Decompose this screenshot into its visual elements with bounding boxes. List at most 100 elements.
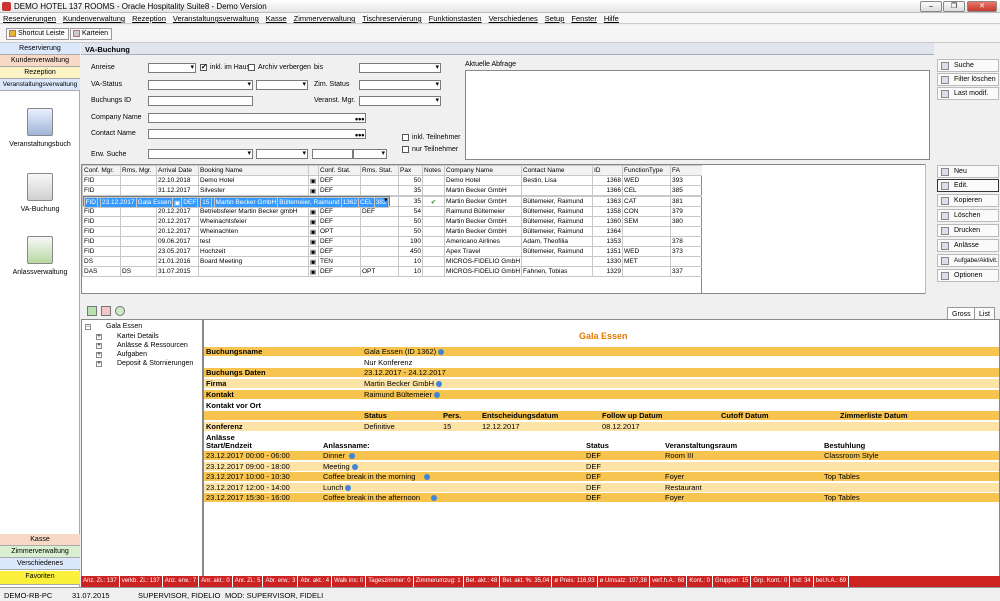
link-arrow-icon[interactable] bbox=[345, 484, 351, 491]
erw-suche-select-2[interactable] bbox=[256, 149, 308, 159]
grid-col-header[interactable]: Rms. Mgr. bbox=[120, 165, 157, 176]
nav-va-buchung[interactable]: VA-Buchung bbox=[20, 173, 60, 213]
table-row[interactable]: DAS DS 31.07.2015 ▣ DEF OPT 10 MICROS-FIDELIO G… bbox=[82, 266, 704, 277]
grid-col-header[interactable]: Conf. Stat. bbox=[318, 165, 361, 176]
filter-loeschen-button[interactable]: Filter löschen bbox=[937, 73, 999, 86]
erw-suche-input[interactable] bbox=[312, 149, 353, 159]
table-row[interactable]: FID 22.10.2018 Demo Hotel ▣ DEF 50 Demo Hotel B… bbox=[82, 175, 704, 186]
menu-hilfe[interactable]: Hilfe bbox=[604, 13, 619, 23]
va-status-select[interactable] bbox=[148, 80, 253, 90]
buchungs-id-input[interactable] bbox=[148, 96, 253, 106]
nav-verschiedenes[interactable]: Verschiedenes bbox=[0, 558, 80, 570]
grid-col-header[interactable]: FA bbox=[670, 165, 704, 176]
link-arrow-icon[interactable] bbox=[438, 349, 445, 356]
karteien-button[interactable]: Karteien bbox=[70, 28, 113, 40]
suche-button[interactable]: Suche bbox=[937, 59, 999, 72]
menu-rezeption[interactable]: Rezeption bbox=[132, 13, 166, 23]
inkl-teilnehmer-checkbox[interactable] bbox=[402, 134, 409, 141]
table-row[interactable]: FID 31.12.2017 Silvester ▣ DEF 35 Martin Becke… bbox=[82, 185, 704, 196]
menu-kasse[interactable]: Kasse bbox=[266, 13, 287, 23]
tree-expand-toggle[interactable]: + bbox=[96, 361, 102, 367]
loeschen-button[interactable]: Löschen bbox=[937, 209, 999, 222]
erw-suche-select-3[interactable] bbox=[353, 149, 387, 159]
last-modif-button[interactable]: Last modif. bbox=[937, 87, 999, 100]
grid-scrollbar[interactable] bbox=[925, 164, 934, 294]
grid-col-header[interactable]: Notes bbox=[422, 165, 445, 176]
table-row[interactable]: DS 21.01.2016 Board Meeting ▣ TEN 10 MICROS-FI… bbox=[82, 256, 704, 267]
grid-col-header[interactable]: Arrival Date bbox=[156, 165, 199, 176]
aktuelle-abfrage-box[interactable] bbox=[465, 70, 930, 160]
contact-lookup-button[interactable]: ••• bbox=[355, 131, 364, 140]
tree-node-deposit[interactable]: Deposit & Stornierungen bbox=[117, 360, 193, 367]
refresh-icon[interactable] bbox=[115, 306, 125, 316]
erw-suche-select[interactable] bbox=[148, 149, 253, 159]
nav-zimmerverwaltung[interactable]: Zimmerverwaltung bbox=[0, 546, 80, 558]
menu-tischreservierung[interactable]: Tischreservierung bbox=[362, 13, 421, 23]
nav-reservierung[interactable]: Reservierung bbox=[0, 43, 80, 55]
nav-kundenverwaltung[interactable]: Kundenverwaltung bbox=[0, 55, 80, 67]
firma-value[interactable]: Martin Becker GmbH bbox=[364, 379, 443, 388]
menu-veranstaltungsverwaltung[interactable]: Veranstaltungsverwaltung bbox=[173, 13, 259, 23]
grid-col-header[interactable]: ID bbox=[592, 165, 623, 176]
grid-col-header[interactable]: Contact Name bbox=[521, 165, 593, 176]
grid-col-header[interactable]: FunctionType bbox=[622, 165, 671, 176]
tree-expand-toggle[interactable]: + bbox=[96, 343, 102, 349]
collapse-icon[interactable] bbox=[101, 306, 111, 316]
anreise-select[interactable] bbox=[148, 63, 196, 73]
veranst-mgr-select[interactable] bbox=[359, 96, 441, 106]
contact-name-input[interactable] bbox=[148, 129, 366, 139]
grid-col-header[interactable]: Company Name bbox=[444, 165, 522, 176]
nav-veranstaltungsbuch[interactable]: Veranstaltungsbuch bbox=[9, 108, 71, 148]
nur-teilnehmer-checkbox[interactable] bbox=[402, 146, 409, 153]
optionen-button[interactable]: Optionen bbox=[937, 269, 999, 282]
expand-icon[interactable] bbox=[87, 306, 97, 316]
va-status-select-2[interactable] bbox=[256, 80, 308, 90]
neu-button[interactable]: Neu bbox=[937, 165, 999, 178]
tree-root[interactable]: Gala Essen bbox=[106, 323, 142, 330]
menu-funktionstasten[interactable]: Funktionstasten bbox=[429, 13, 482, 23]
tree-expand-toggle[interactable]: + bbox=[96, 352, 102, 358]
table-row[interactable]: FID 20.12.2017 Wheinachtsfeier ▣ DEF 50 Martin… bbox=[82, 216, 704, 227]
inkl-im-haus-checkbox[interactable]: ✔ bbox=[200, 64, 207, 71]
grid-col-header[interactable]: Rms. Stat. bbox=[360, 165, 399, 176]
maximize-button[interactable]: ❐ bbox=[943, 1, 965, 12]
nav-anlassverwaltung[interactable]: Anlassverwaltung bbox=[13, 236, 67, 276]
nav-favoriten[interactable]: Favoriten bbox=[0, 571, 80, 585]
link-arrow-icon[interactable] bbox=[352, 463, 359, 470]
table-row[interactable]: FID 20.12.2017 Wheinachten ▣ OPT 50 Martin Bec… bbox=[82, 226, 704, 237]
tree-collapse-toggle[interactable]: − bbox=[85, 324, 91, 330]
grid-col-header[interactable]: Conf. Mgr. bbox=[82, 165, 121, 176]
tree-node-kartei[interactable]: Kartei Details bbox=[117, 333, 159, 340]
table-row[interactable]: FID 20.12.2017 Betriebsfeier Martin Becker… bbox=[82, 206, 704, 217]
link-arrow-icon[interactable] bbox=[348, 453, 355, 459]
close-button[interactable]: ✕ bbox=[967, 1, 997, 12]
menu-fenster[interactable]: Fenster bbox=[571, 13, 596, 23]
shortcut-leiste-button[interactable]: Shortcut Leiste bbox=[6, 28, 69, 40]
tree-expand-toggle[interactable]: + bbox=[96, 334, 102, 340]
drucken-button[interactable]: Drucken bbox=[937, 224, 999, 237]
anlaesse-button[interactable]: Anlässe bbox=[937, 239, 999, 252]
kontakt-value[interactable]: Raimund Bültemeier bbox=[364, 390, 440, 399]
tree-node-aufgaben[interactable]: Aufgaben bbox=[117, 351, 147, 358]
tree-node-anlaesse[interactable]: Anlässe & Ressourcen bbox=[117, 342, 188, 349]
company-lookup-button[interactable]: ••• bbox=[355, 115, 364, 124]
zim-status-select[interactable] bbox=[359, 80, 441, 90]
menu-kundenverwaltung[interactable]: Kundenverwaltung bbox=[63, 13, 125, 23]
bis-select[interactable] bbox=[359, 63, 441, 73]
nav-kasse[interactable]: Kasse bbox=[0, 534, 80, 546]
archiv-checkbox[interactable] bbox=[248, 64, 255, 71]
buchungsname-value[interactable]: Gala Essen (ID 1362) bbox=[364, 347, 445, 356]
menu-reservierungen[interactable]: Reservierungen bbox=[3, 13, 56, 23]
company-name-input[interactable] bbox=[148, 113, 366, 123]
grid-col-header[interactable] bbox=[308, 165, 319, 176]
nav-veranstaltungsverwaltung[interactable]: Veranstaltungsverwaltung bbox=[0, 79, 80, 91]
link-arrow-icon[interactable] bbox=[436, 381, 443, 388]
nav-rezeption[interactable]: Rezeption bbox=[0, 67, 80, 79]
minimize-button[interactable]: – bbox=[920, 1, 942, 12]
aufgabe-aktivitaet-button[interactable]: Aufgabe/Aktivit. bbox=[937, 254, 999, 267]
table-row[interactable]: FID 09.06.2017 test ▣ DEF 190 Americano Airlin… bbox=[82, 236, 704, 247]
menu-setup[interactable]: Setup bbox=[545, 13, 565, 23]
table-row[interactable]: FID 23.12.2017 Gala Essen ▣ DEF 15 Martin Beck… bbox=[82, 196, 390, 208]
grid-col-header[interactable]: Booking Name bbox=[198, 165, 309, 176]
link-arrow-icon[interactable] bbox=[433, 392, 440, 399]
